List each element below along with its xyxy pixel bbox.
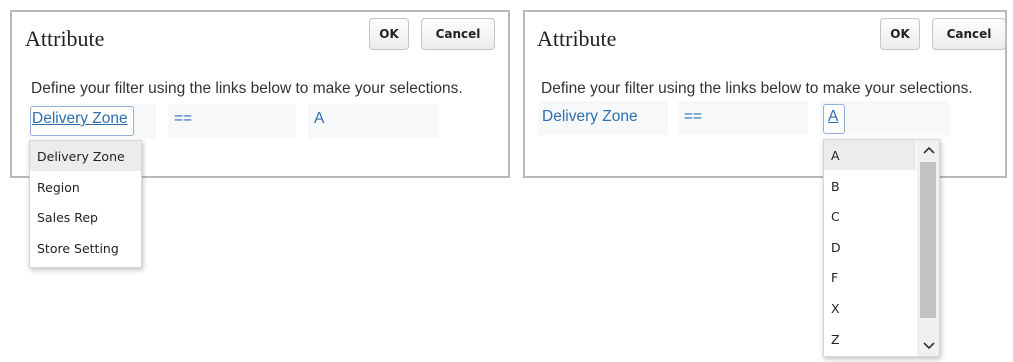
filter-instruction: Define your filter using the links below…: [541, 80, 973, 97]
operator-link[interactable]: ==: [174, 110, 192, 128]
cancel-button[interactable]: Cancel: [932, 18, 1006, 50]
value-link[interactable]: A: [314, 110, 324, 128]
operator-link[interactable]: ==: [684, 108, 702, 126]
ok-button[interactable]: OK: [880, 18, 920, 50]
dropdown-option-sales-rep[interactable]: Sales Rep: [30, 202, 141, 232]
dropdown-option-z[interactable]: Z: [824, 324, 916, 354]
scrollbar-thumb[interactable]: [920, 162, 936, 318]
value-cell: [308, 104, 438, 138]
dropdown-option-f[interactable]: F: [824, 262, 916, 292]
dropdown-option-region[interactable]: Region: [30, 172, 141, 202]
filter-instruction: Define your filter using the links below…: [31, 80, 463, 97]
dropdown-option-d[interactable]: D: [824, 232, 916, 262]
dropdown-option-store-setting[interactable]: Store Setting: [30, 233, 141, 263]
cancel-button[interactable]: Cancel: [421, 18, 495, 50]
dropdown-option-b[interactable]: B: [824, 171, 916, 201]
chevron-down-icon[interactable]: [920, 337, 938, 355]
value-dropdown: A B C D F X Z: [823, 139, 940, 357]
attribute-link[interactable]: Delivery Zone: [542, 108, 638, 126]
attribute-dropdown: Delivery Zone Region Sales Rep Store Set…: [29, 140, 142, 268]
ok-button[interactable]: OK: [369, 18, 409, 50]
dropdown-option-c[interactable]: C: [824, 201, 916, 231]
value-link[interactable]: A: [828, 108, 838, 126]
dialog-title: Attribute: [537, 26, 617, 51]
dropdown-option-delivery-zone[interactable]: Delivery Zone: [30, 141, 141, 171]
dialog-title: Attribute: [25, 26, 105, 51]
dropdown-option-x[interactable]: X: [824, 293, 916, 323]
chevron-up-icon[interactable]: [920, 141, 938, 159]
attribute-link[interactable]: Delivery Zone: [32, 110, 128, 128]
dropdown-option-a[interactable]: A: [824, 140, 916, 170]
